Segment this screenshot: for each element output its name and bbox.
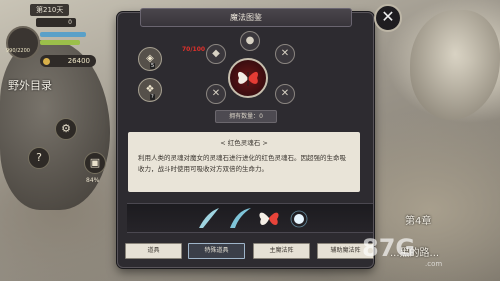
left-slot-2-badge: ? — [150, 94, 155, 100]
item-description: 利用人类的灵魂对魔女的灵魂石进行进化的红色灵魂石。因超强的生命吸收力，战斗时使用… — [138, 154, 346, 173]
map-node-unknown[interactable]: ? — [28, 147, 50, 169]
item-strip — [127, 203, 373, 233]
area-progress: 84% — [86, 177, 100, 184]
feather-blade-icon[interactable] — [199, 208, 219, 228]
hp-text: 990/2200 — [6, 48, 30, 54]
tab-items[interactable]: 道具 — [125, 243, 182, 259]
watermark-brand: 87G — [362, 234, 416, 262]
day-counter: 第210天 — [30, 4, 70, 16]
owned-count-box: 拥有数量：0 — [215, 110, 277, 123]
resource-counter: 0 — [36, 18, 76, 27]
tab-special-items[interactable]: 特殊道具 — [188, 243, 245, 259]
locked-x-icon: ✕ — [280, 88, 290, 99]
light-orb-icon: ◆ — [212, 48, 220, 59]
pot-icon: ● — [245, 35, 255, 46]
player-avatar[interactable] — [6, 26, 40, 60]
red-soulstone-orb[interactable] — [228, 58, 268, 98]
close-icon: ✕ — [381, 7, 395, 26]
curved-blade-icon[interactable] — [230, 208, 251, 228]
map-node-gear[interactable]: ⚙ — [55, 118, 77, 140]
chapter-label: 第4章 — [405, 216, 432, 227]
watermark-site: .com — [425, 260, 443, 268]
close-button[interactable]: ✕ — [374, 4, 402, 32]
slot-bottom-right[interactable]: ✕ — [275, 84, 295, 104]
mana-bar — [40, 32, 86, 37]
locked-x-icon: ✕ — [280, 48, 290, 59]
gold-coin-icon — [43, 58, 50, 65]
white-butterfly-icon[interactable] — [259, 212, 279, 226]
butterfly-icon — [238, 71, 258, 86]
item-description-panel: < 红色灵魂石 > 利用人类的灵魂对魔女的灵魂石进行进化的红色灵魂石。因超强的生… — [128, 132, 360, 192]
slot-top-left[interactable]: ◆ — [206, 44, 226, 64]
tab-main-circle[interactable]: 主魔法阵 — [253, 243, 310, 259]
stamina-bar — [40, 40, 80, 45]
dialog-title: 魔法图鉴 — [140, 8, 352, 27]
white-orb-icon[interactable] — [290, 210, 308, 228]
owned-value: 0 — [259, 113, 263, 120]
area-title[interactable]: 野外目录 — [8, 77, 52, 93]
locked-x-icon: ✕ — [211, 88, 221, 99]
item-title: < 红色灵魂石 > — [220, 139, 268, 147]
red-requirement-count: 70/100 — [182, 46, 206, 53]
slot-top-right[interactable]: ✕ — [275, 44, 295, 64]
category-tabs: 道具 特殊道具 主魔法阵 辅助魔法阵 — [125, 243, 375, 259]
owned-label: 拥有数量： — [229, 113, 260, 120]
item-strip-icons — [199, 208, 308, 228]
slot-top[interactable]: ● — [240, 31, 260, 51]
slot-bottom-left[interactable]: ✕ — [206, 84, 226, 104]
map-node-chest[interactable]: ▣ — [84, 152, 106, 174]
left-slot-1-badge: 5 — [150, 63, 156, 69]
